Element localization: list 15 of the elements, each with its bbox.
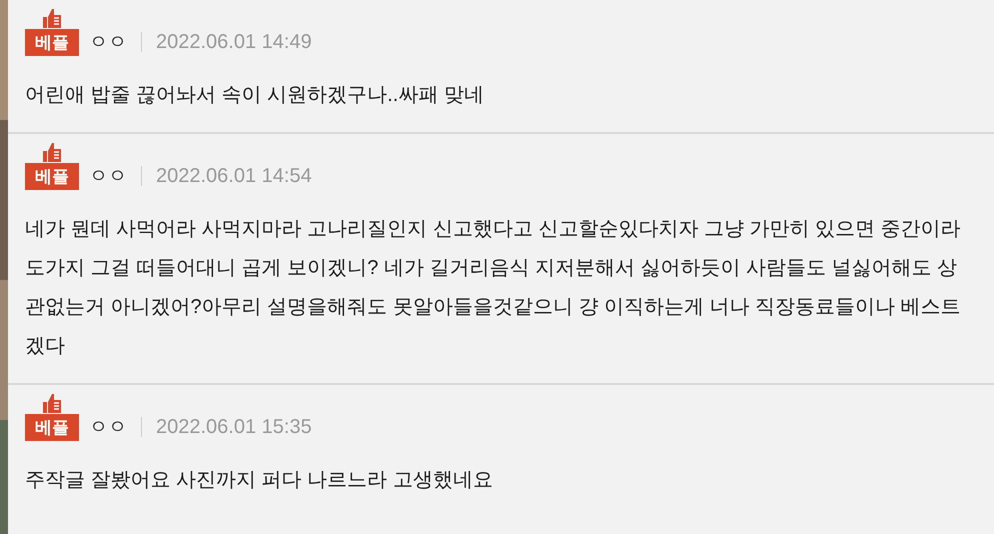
author-name: ㅇㅇ	[89, 416, 127, 440]
thumbs-up-icon	[41, 7, 63, 29]
comment-date: 2022.06.01 14:54	[156, 164, 312, 189]
thumbs-up-icon	[41, 141, 63, 163]
comment-text: 어린애 밥줄 끊어놔서 속이 시원하겠구나..싸패 맞네	[25, 83, 485, 108]
comment-text: 네가 뭔데 사먹어라 사먹지마라 고나리질인지 신고했다고 신고할순있다치자 그냥 가만히 있으면 중간이라도가지 그걸 떠들어대니 곱게 보이겠니? 네가 길거리음식 지저분해서 싫어하듯이 사람들도 널싫어해도 상관없는거 아니겠어?아무리 설명을해줘도 못알아들을것같으니 걍 이직하는게 너나 직장동료들이나 베스트겠다	[25, 217, 962, 359]
comment-date: 2022.06.01 14:49	[156, 30, 312, 55]
comment-date: 2022.06.01 15:35	[156, 415, 312, 440]
thumbs-up-icon	[41, 392, 63, 414]
best-badge: 베플	[25, 414, 79, 441]
author-name: ㅇㅇ	[89, 31, 127, 55]
best-badge: 베플	[25, 29, 79, 56]
comment-text: 주작글 잘봤어요 사진까지 퍼다 나르느라 고생했네요	[25, 468, 494, 493]
author-name: ㅇㅇ	[89, 165, 127, 189]
best-badge: 베플	[25, 163, 79, 190]
